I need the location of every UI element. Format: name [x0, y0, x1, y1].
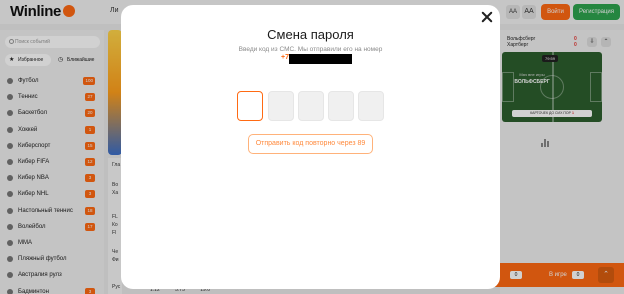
close-icon[interactable]	[481, 11, 493, 23]
code-digit-input[interactable]	[358, 91, 384, 121]
code-digit-input[interactable]	[237, 91, 263, 121]
modal-subtitle: Введи код из СМС. Мы отправили его на но…	[238, 46, 383, 53]
phone-prefix: +7	[281, 54, 289, 61]
phone-number-redacted	[289, 54, 352, 64]
modal-title: Смена пароля	[267, 27, 354, 42]
resend-code-button[interactable]: Отправить код повторно через 89	[248, 134, 373, 154]
code-digit-input[interactable]	[268, 91, 294, 121]
code-digit-input[interactable]	[328, 91, 354, 121]
code-digit-input[interactable]	[298, 91, 324, 121]
